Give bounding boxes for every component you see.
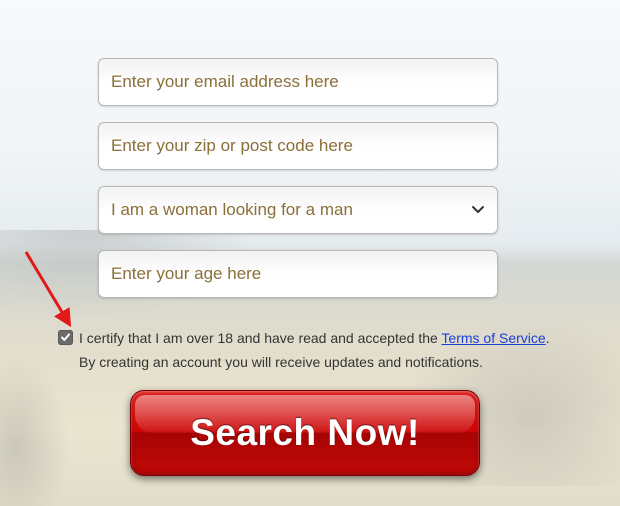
email-placeholder: Enter your email address here	[111, 72, 339, 92]
gender-select[interactable]: I am a woman looking for a man	[98, 186, 498, 234]
search-now-label: Search Now!	[190, 412, 420, 454]
age-placeholder: Enter your age here	[111, 264, 261, 284]
terms-of-service-link[interactable]: Terms of Service	[441, 330, 545, 346]
search-now-button[interactable]: Search Now!	[130, 390, 480, 476]
zip-placeholder: Enter your zip or post code here	[111, 136, 353, 156]
terms-block: I certify that I am over 18 and have rea…	[58, 327, 588, 373]
terms-checkbox[interactable]	[58, 330, 73, 345]
signup-form: Enter your email address here Enter your…	[98, 58, 528, 314]
email-field[interactable]: Enter your email address here	[98, 58, 498, 106]
age-field[interactable]: Enter your age here	[98, 250, 498, 298]
zip-field[interactable]: Enter your zip or post code here	[98, 122, 498, 170]
terms-text: I certify that I am over 18 and have rea…	[79, 327, 550, 349]
terms-prefix: I certify that I am over 18 and have rea…	[79, 330, 441, 346]
gender-selected-value: I am a woman looking for a man	[111, 200, 353, 220]
terms-subtext: By creating an account you will receive …	[58, 351, 588, 373]
terms-suffix: .	[546, 330, 550, 346]
chevron-down-icon	[471, 205, 485, 215]
